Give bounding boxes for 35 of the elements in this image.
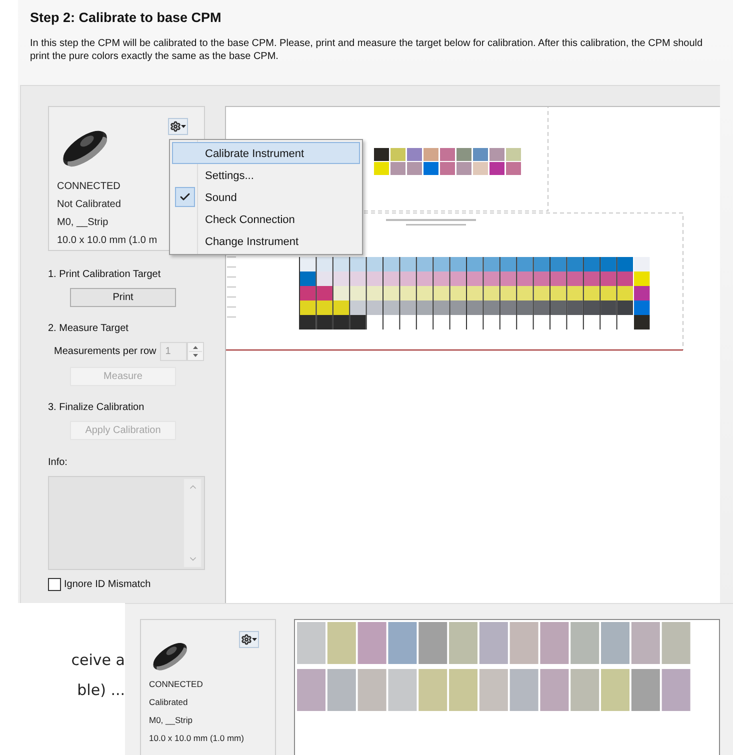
caret-icon bbox=[181, 125, 186, 128]
menu-item[interactable]: Settings... bbox=[172, 164, 360, 186]
checkbox[interactable] bbox=[48, 578, 61, 591]
measurement-mode: M0, __Strip bbox=[149, 714, 192, 727]
checkbox-label: Ignore ID Mismatch bbox=[64, 579, 151, 590]
scrollbar[interactable] bbox=[184, 479, 201, 567]
settings-button[interactable] bbox=[239, 631, 259, 648]
settings-icon bbox=[241, 634, 252, 645]
menu-item[interactable]: Calibrate Instrument bbox=[172, 142, 360, 164]
connection-status: CONNECTED bbox=[149, 678, 203, 691]
menu-item[interactable]: Sound bbox=[172, 186, 360, 208]
up-arrow-icon bbox=[193, 346, 198, 349]
spin-buttons[interactable] bbox=[187, 342, 204, 361]
spinner-label: Measurements per row bbox=[54, 346, 156, 357]
menu-item[interactable]: Change Instrument bbox=[172, 230, 360, 252]
info-label: Info: bbox=[48, 456, 68, 470]
calibration-status: Not Calibrated bbox=[57, 198, 121, 212]
step-label: 2. Measure Target bbox=[48, 322, 128, 336]
down-arrow-icon bbox=[193, 354, 198, 357]
settings-icon bbox=[170, 121, 181, 132]
step-label: 1. Print Calibration Target bbox=[48, 268, 161, 282]
page-title: Step 2: Calibrate to base CPM bbox=[30, 10, 222, 25]
aperture-size: 10.0 x 10.0 mm (1.0 mm) bbox=[149, 732, 244, 745]
measurement-mode: M0, __Strip bbox=[57, 216, 108, 230]
aperture-size: 10.0 x 10.0 mm (1.0 m bbox=[57, 234, 158, 248]
calibration-status: Calibrated bbox=[149, 696, 188, 709]
step-label: 3. Finalize Calibration bbox=[48, 401, 144, 415]
settings-button[interactable] bbox=[168, 118, 188, 135]
document-text: ceive a bbox=[71, 651, 125, 669]
step-button[interactable]: Print bbox=[70, 288, 176, 307]
caret-icon bbox=[252, 638, 257, 641]
step-description: In this step the CPM will be calibrated to the base CPM. Please, print and measure the target below for calibration. After this calibration, the CPM should print the pure colors exactly the same as the base CPM. bbox=[30, 37, 704, 63]
connection-status: CONNECTED bbox=[57, 180, 120, 194]
menu-item[interactable]: Check Connection bbox=[172, 208, 360, 230]
document-text: ble) ... bbox=[77, 681, 125, 699]
